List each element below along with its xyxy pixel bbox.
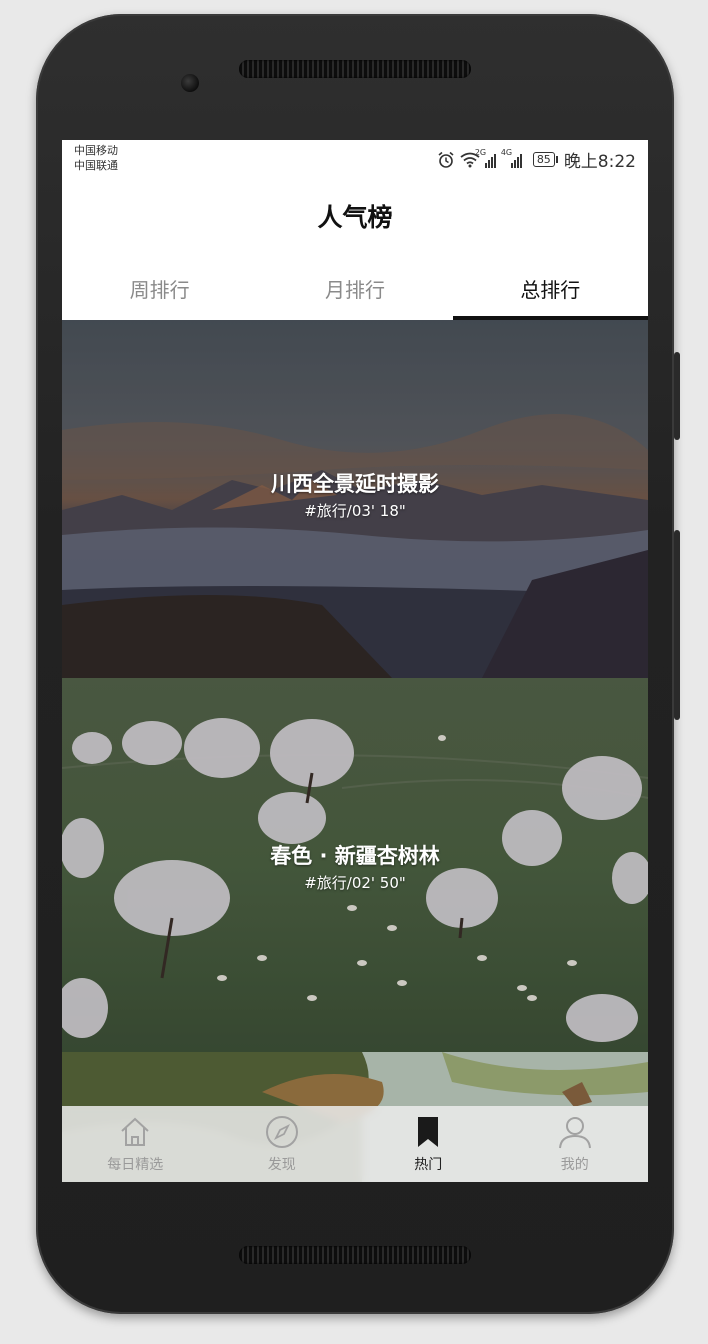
top-speaker xyxy=(239,60,471,78)
page-title: 人气榜 xyxy=(317,203,393,232)
ranking-tabs: 周排行 月排行 总排行 xyxy=(62,268,648,320)
home-icon xyxy=(121,1117,149,1146)
video-title-1: 川西全景延时摄影 xyxy=(271,472,439,496)
alarm-icon xyxy=(438,151,454,168)
front-camera xyxy=(181,74,199,92)
network-type-2: 4G xyxy=(500,147,513,157)
nav-item-daily[interactable]: 每日精选 xyxy=(62,1106,209,1182)
video-meta-1: #旅行/03' 18" xyxy=(304,502,406,520)
nav-label-popular: 热门 xyxy=(414,1157,443,1173)
nav-label-daily: 每日精选 xyxy=(107,1157,164,1173)
tab-all-time[interactable]: 总排行 xyxy=(452,268,648,320)
nav-label-discover: 发现 xyxy=(267,1157,296,1173)
carrier-names: 中国移动 中国联通 xyxy=(74,143,118,173)
video-card-1[interactable]: 川西全景延时摄影 #旅行/03' 18" xyxy=(62,320,648,678)
volume-button[interactable] xyxy=(674,530,680,720)
thumbnail-overlay xyxy=(62,320,648,678)
clock: 晚上8:22 xyxy=(563,152,636,172)
app-screen: 中国移动 中国联通 2G 4G 85 晚上8:22 人气榜 周排行 月排行 总排… xyxy=(62,140,648,1182)
network-type-1: 2G xyxy=(474,147,487,157)
user-icon xyxy=(558,1117,591,1149)
nav-label-mine: 我的 xyxy=(560,1157,589,1173)
compass-icon xyxy=(265,1116,298,1148)
video-card-2[interactable]: 春色 · 新疆杏树林 #旅行/02' 50" xyxy=(62,678,648,1052)
carrier-1: 中国移动 xyxy=(74,144,118,157)
battery-icon: 85 xyxy=(532,152,558,167)
bottom-navigation: 每日精选 发现 热门 我的 xyxy=(62,1106,648,1182)
video-title-2: 春色 · 新疆杏树林 xyxy=(270,844,440,868)
power-button[interactable] xyxy=(674,352,680,440)
signal-icon-1: 2G xyxy=(475,148,496,168)
nav-item-discover[interactable]: 发现 xyxy=(209,1106,356,1182)
nav-item-mine[interactable]: 我的 xyxy=(502,1106,649,1182)
video-meta-2: #旅行/02' 50" xyxy=(304,874,406,892)
signal-icon-2: 4G xyxy=(501,148,522,168)
bottom-speaker xyxy=(239,1246,471,1264)
tab-weekly[interactable]: 周排行 xyxy=(62,268,257,320)
bookmark-icon xyxy=(418,1117,439,1147)
nav-item-popular[interactable]: 热门 xyxy=(355,1106,502,1182)
tab-monthly[interactable]: 月排行 xyxy=(257,268,452,320)
carrier-2: 中国联通 xyxy=(74,159,118,172)
status-icons: 2G 4G 85 晚上8:22 xyxy=(437,147,636,172)
status-bar: 中国移动 中国联通 2G 4G 85 晚上8:22 xyxy=(62,140,648,178)
